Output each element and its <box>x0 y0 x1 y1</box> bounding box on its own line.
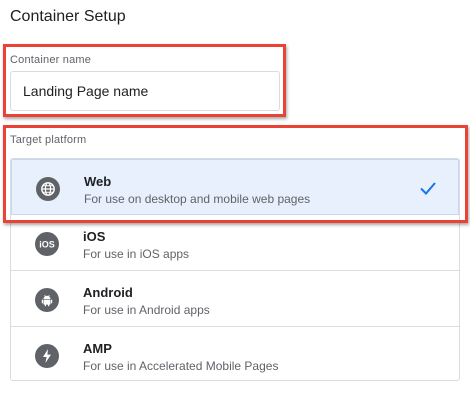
check-icon <box>420 182 436 195</box>
platform-option-amp[interactable]: AMP For use in Accelerated Mobile Pages <box>11 327 459 380</box>
target-platform-label: Target platform <box>10 134 87 146</box>
container-name-label: Container name <box>10 54 92 66</box>
globe-icon <box>36 177 60 201</box>
page-title: Container Setup <box>10 8 126 25</box>
ios-icon: iOS <box>35 232 59 256</box>
android-icon <box>35 288 59 312</box>
platform-option-web[interactable]: Web For use on desktop and mobile web pa… <box>11 159 459 215</box>
svg-text:iOS: iOS <box>39 240 55 250</box>
platform-option-description: For use in iOS apps <box>83 247 190 261</box>
platform-option-description: For use in Android apps <box>83 303 210 317</box>
platform-list: Web For use on desktop and mobile web pa… <box>10 158 460 381</box>
platform-option-title: Android <box>83 285 133 300</box>
platform-option-description: For use on desktop and mobile web pages <box>84 192 311 206</box>
platform-option-description: For use in Accelerated Mobile Pages <box>83 359 279 373</box>
platform-option-title: AMP <box>83 341 112 356</box>
container-name-input[interactable] <box>10 71 280 111</box>
platform-option-ios[interactable]: iOS iOS For use in iOS apps <box>11 215 459 271</box>
platform-option-title: iOS <box>83 229 106 244</box>
platform-option-title: Web <box>84 174 112 189</box>
amp-bolt-icon <box>35 344 59 368</box>
platform-option-android[interactable]: Android For use in Android apps <box>11 271 459 327</box>
